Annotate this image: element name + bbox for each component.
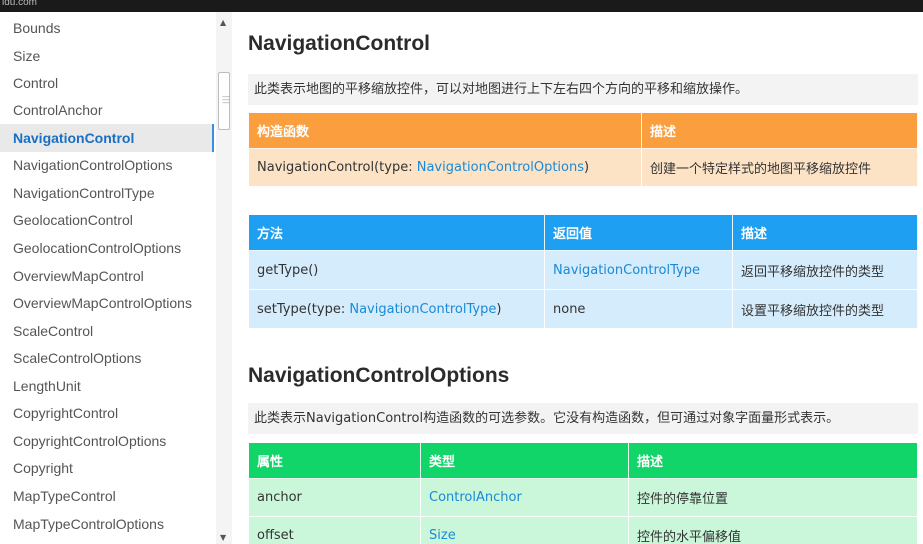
sidebar-item-controlanchor[interactable]: ControlAnchor xyxy=(13,97,103,124)
section-description-navigationcontrol: 此类表示地图的平移缩放控件，可以对地图进行上下左右四个方向的平移和缩放操作。 xyxy=(248,74,918,105)
sidebar-item-geolocationcontroloptions[interactable]: GeolocationControlOptions xyxy=(13,235,181,262)
constructor-table: 构造函数 描述 NavigationControl(type: Navigati… xyxy=(248,112,918,187)
table-cell: none xyxy=(544,289,733,329)
type-link[interactable]: Size xyxy=(420,516,629,544)
type-link[interactable]: NavigationControlOptions xyxy=(417,160,584,175)
table-cell: getType() xyxy=(248,250,545,290)
table-header-row: 方法 返回值 描述 xyxy=(248,214,918,251)
table-header-row: 属性 类型 描述 xyxy=(248,442,918,479)
sidebar-item-navigationcontroltype[interactable]: NavigationControlType xyxy=(13,180,155,207)
table-row: setType(type: NavigationControlType) non… xyxy=(248,289,918,329)
sidebar-item-navigationcontroloptions[interactable]: NavigationControlOptions xyxy=(13,152,173,179)
sidebar-item-lengthunit[interactable]: LengthUnit xyxy=(13,373,81,400)
table-cell: 创建一个特定样式的地图平移缩放控件 xyxy=(641,148,918,187)
table-cell: offset xyxy=(248,516,421,544)
table-header-row: 构造函数 描述 xyxy=(248,112,918,149)
table-row: offset Size 控件的水平偏移值 xyxy=(248,516,918,544)
sidebar-item-overviewmapcontrol[interactable]: OverviewMapControl xyxy=(13,263,144,290)
property-table: 属性 类型 描述 anchor ControlAnchor 控件的停靠位置 of… xyxy=(248,442,918,544)
table-row: NavigationControl(type: NavigationContro… xyxy=(248,148,918,187)
table-cell: 设置平移缩放控件的类型 xyxy=(732,289,918,329)
table-row: anchor ControlAnchor 控件的停靠位置 xyxy=(248,478,918,517)
sidebar-item-maptypecontrol[interactable]: MapTypeControl xyxy=(13,483,116,510)
sidebar-item-control[interactable]: Control xyxy=(13,70,58,97)
table-header: 描述 xyxy=(732,214,918,251)
table-header: 类型 xyxy=(420,442,629,479)
table-cell: setType(type: NavigationControlType) xyxy=(248,289,545,329)
sidebar-item-overviewmapcontroloptions[interactable]: OverviewMapControlOptions xyxy=(13,290,192,317)
table-cell: 返回平移缩放控件的类型 xyxy=(732,250,918,290)
scroll-up-arrow-icon[interactable]: ▲ xyxy=(220,18,226,27)
main-content: NavigationControl 此类表示地图的平移缩放控件，可以对地图进行上… xyxy=(248,12,923,544)
sidebar-item-copyrightcontroloptions[interactable]: CopyrightControlOptions xyxy=(13,428,166,455)
table-header: 构造函数 xyxy=(248,112,642,149)
sidebar-item-size[interactable]: Size xyxy=(13,43,40,70)
type-link[interactable]: NavigationControlType xyxy=(349,302,496,317)
table-header: 返回值 xyxy=(544,214,733,251)
browser-top-bar: idu.com xyxy=(0,0,923,12)
table-cell: 控件的停靠位置 xyxy=(628,478,918,517)
type-link[interactable]: ControlAnchor xyxy=(420,478,629,517)
sidebar-item-copyrightcontrol[interactable]: CopyrightControl xyxy=(13,400,118,427)
sidebar-scrollbar[interactable]: ▲ — — — ▼ xyxy=(216,12,232,544)
section-title-navigationcontrol: NavigationControl xyxy=(248,32,430,55)
sidebar-item-scalecontrol[interactable]: ScaleControl xyxy=(13,318,93,345)
section-description-navigationcontroloptions: 此类表示NavigationControl构造函数的可选参数。它没有构造函数，但… xyxy=(248,403,918,434)
grip-icon: — — — xyxy=(222,92,230,107)
method-table: 方法 返回值 描述 getType() NavigationControlTyp… xyxy=(248,214,918,329)
scrollbar-thumb[interactable]: — — — xyxy=(218,72,230,130)
sidebar-item-geolocationcontrol[interactable]: GeolocationControl xyxy=(13,207,133,234)
sidebar-item-copyright[interactable]: Copyright xyxy=(13,455,73,482)
sidebar-item-maptypecontroloptions[interactable]: MapTypeControlOptions xyxy=(13,511,164,538)
table-header: 描述 xyxy=(641,112,918,149)
table-cell: anchor xyxy=(248,478,421,517)
table-header: 描述 xyxy=(628,442,918,479)
table-header: 属性 xyxy=(248,442,421,479)
sidebar-item-bounds[interactable]: Bounds xyxy=(13,15,60,42)
table-row: getType() NavigationControlType 返回平移缩放控件… xyxy=(248,250,918,290)
url-fragment: idu.com xyxy=(2,0,38,8)
sidebar-active-indicator xyxy=(212,124,214,152)
sidebar-item-scalecontroloptions[interactable]: ScaleControlOptions xyxy=(13,345,141,372)
return-type-link[interactable]: NavigationControlType xyxy=(544,250,733,290)
section-title-navigationcontroloptions: NavigationControlOptions xyxy=(248,364,510,387)
sidebar-item-navigationcontrol[interactable]: NavigationControl xyxy=(13,125,134,152)
table-header: 方法 xyxy=(248,214,545,251)
table-cell: 控件的水平偏移值 xyxy=(628,516,918,544)
api-sidebar: Bounds Size Control ControlAnchor Naviga… xyxy=(0,12,232,544)
scroll-down-arrow-icon[interactable]: ▼ xyxy=(220,533,226,542)
table-cell: NavigationControl(type: NavigationContro… xyxy=(248,148,642,187)
